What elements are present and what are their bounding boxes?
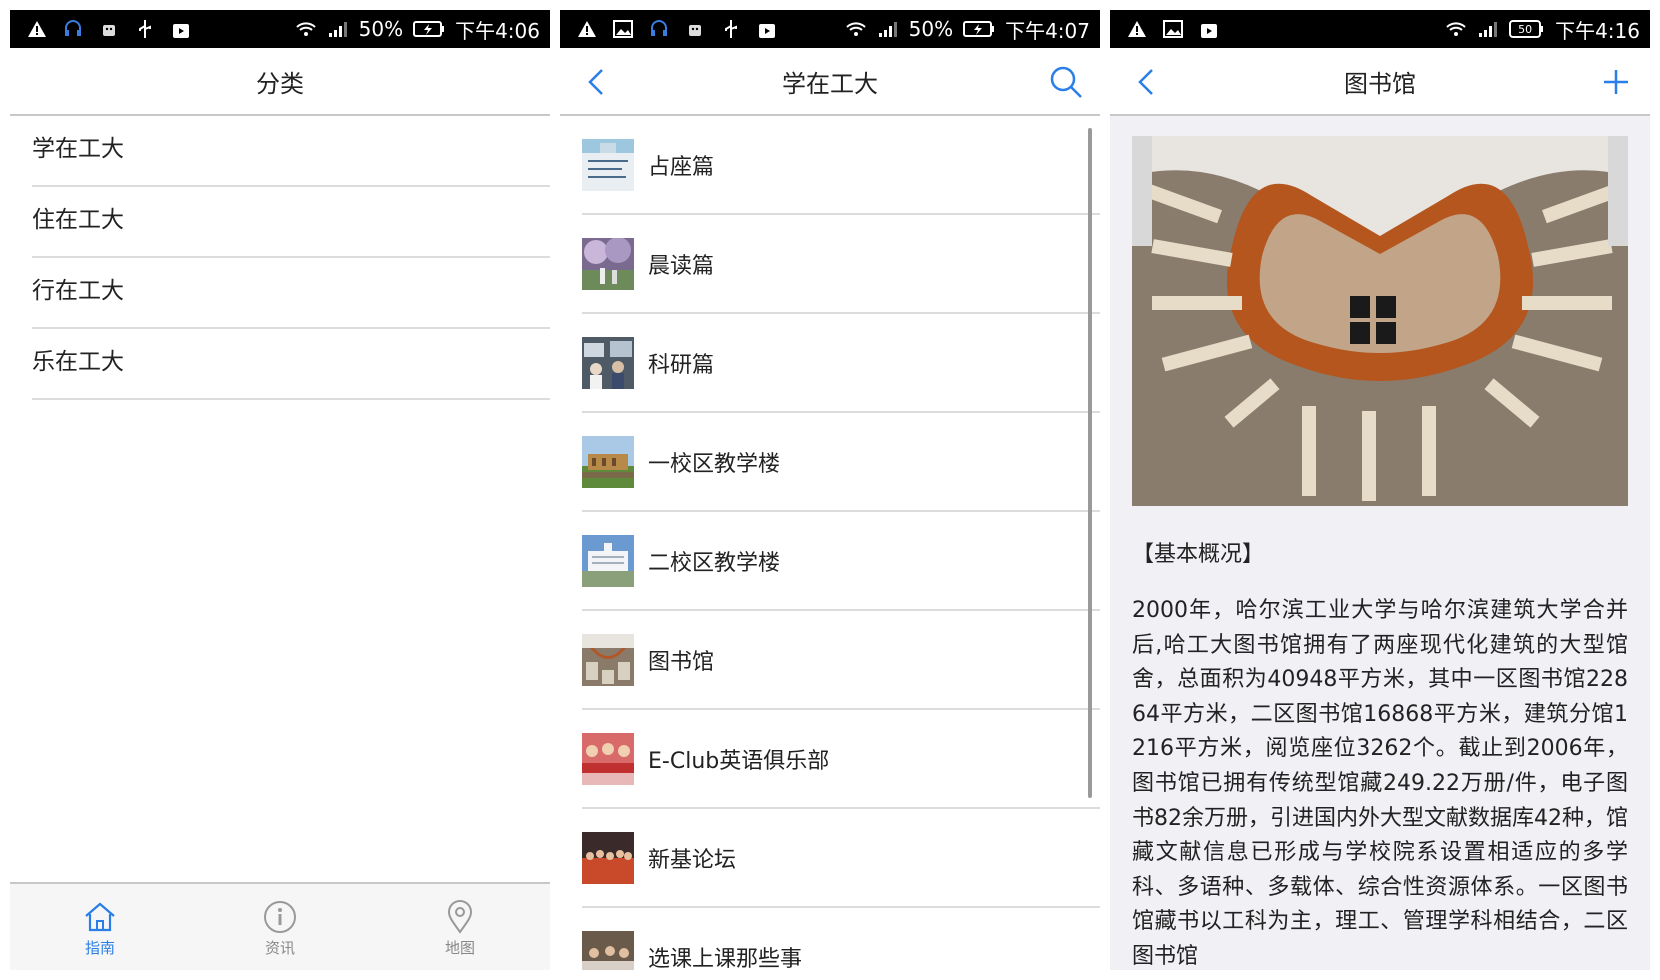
wifi-icon bbox=[295, 22, 316, 36]
battery-icon: 50 bbox=[1509, 18, 1545, 40]
clock: 下午4:16 bbox=[1555, 18, 1640, 43]
plus-icon[interactable] bbox=[1596, 62, 1636, 102]
store-bag-icon bbox=[759, 24, 775, 38]
headset-notification-icon bbox=[651, 20, 667, 36]
list-item[interactable]: E-Club英语俱乐部 bbox=[582, 710, 1100, 809]
clock: 下午4:07 bbox=[1005, 18, 1090, 43]
nav-bar: 分类 bbox=[10, 48, 550, 116]
library-detail-screen: 50 下午4:16 图书馆 【基本概况】 2000年，哈尔滨工业大学与哈尔滨建筑… bbox=[1110, 10, 1650, 970]
list-item-label: E-Club英语俱乐部 bbox=[648, 748, 830, 774]
android-debug-icon bbox=[689, 25, 701, 36]
category-item[interactable]: 住在工大 bbox=[32, 187, 550, 258]
list-item[interactable]: 图书馆 bbox=[582, 611, 1100, 710]
tab-label: 指南 bbox=[84, 938, 115, 957]
nav-bar: 图书馆 bbox=[1110, 48, 1650, 116]
category-item[interactable]: 行在工大 bbox=[32, 258, 550, 329]
tab-label: 资讯 bbox=[264, 938, 295, 957]
image-icon bbox=[613, 20, 633, 38]
list-item-label: 选课上课那些事 bbox=[648, 946, 803, 971]
article-list: 占座篇 晨读篇 科研篇 一校区教学楼 二校区教学楼 图书馆 E-Club英语俱乐… bbox=[560, 116, 1100, 970]
list-item-label: 科研篇 bbox=[648, 352, 715, 378]
list-item[interactable]: 晨读篇 bbox=[582, 215, 1100, 314]
usb-icon bbox=[139, 20, 151, 38]
android-debug-icon bbox=[103, 25, 115, 36]
info-icon bbox=[264, 900, 296, 933]
thumbnail-image bbox=[582, 633, 634, 686]
tab-label: 地图 bbox=[444, 938, 475, 957]
list-item[interactable]: 科研篇 bbox=[582, 314, 1100, 413]
list-item-label: 新基论坛 bbox=[648, 847, 737, 873]
status-bar: 50 下午4:16 bbox=[1110, 10, 1650, 48]
list-item[interactable]: 选课上课那些事 bbox=[582, 908, 1100, 970]
signal-icon bbox=[328, 22, 347, 37]
thumbnail-image bbox=[582, 534, 634, 587]
signal-icon bbox=[878, 22, 897, 37]
wifi-icon bbox=[1446, 22, 1466, 36]
tab-map[interactable]: 地图 bbox=[370, 884, 550, 970]
categories-screen: 50% 下午4:06 分类 学在工大 住在工大 行在工大 乐在工大 指南 资讯 … bbox=[10, 10, 550, 970]
battery-icon bbox=[963, 21, 995, 37]
category-list: 学在工大 住在工大 行在工大 乐在工大 bbox=[10, 116, 550, 400]
thumbnail-image bbox=[582, 732, 634, 785]
list-item[interactable]: 新基论坛 bbox=[582, 809, 1100, 908]
battery-percent: 50% bbox=[908, 17, 954, 41]
thumbnail-image bbox=[582, 831, 634, 884]
warning-icon bbox=[578, 21, 596, 37]
list-item-label: 图书馆 bbox=[648, 649, 715, 675]
battery-percent: 50% bbox=[358, 17, 404, 41]
thumbnail-image bbox=[582, 435, 634, 488]
bottom-tab-bar: 指南 资讯 地图 bbox=[10, 882, 550, 970]
warning-icon bbox=[1128, 21, 1146, 37]
list-item[interactable]: 占座篇 bbox=[582, 116, 1100, 215]
map-pin-icon bbox=[447, 899, 473, 934]
category-item[interactable]: 学在工大 bbox=[32, 116, 550, 187]
tab-guide[interactable]: 指南 bbox=[10, 884, 190, 970]
status-bar: 50% 下午4:07 bbox=[560, 10, 1100, 48]
home-icon bbox=[85, 902, 115, 931]
section-title: 【基本概况】 bbox=[1132, 542, 1265, 567]
category-item[interactable]: 乐在工大 bbox=[32, 329, 550, 400]
thumbnail-image bbox=[582, 138, 634, 191]
page-title: 学在工大 bbox=[782, 69, 878, 98]
list-item[interactable]: 二校区教学楼 bbox=[582, 512, 1100, 611]
warning-icon bbox=[28, 21, 46, 37]
study-list-screen: 50% 下午4:07 学在工大 占座篇 晨读篇 科研篇 一校区教学楼 二校区教学… bbox=[560, 10, 1100, 970]
battery-icon bbox=[413, 21, 445, 37]
image-icon bbox=[1163, 20, 1183, 38]
battery-level-text: 50 bbox=[1518, 22, 1533, 36]
thumbnail-image bbox=[582, 336, 634, 389]
library-photo bbox=[1132, 136, 1628, 506]
scrollbar[interactable] bbox=[1088, 128, 1092, 798]
thumbnail-image bbox=[582, 237, 634, 290]
list-item[interactable]: 一校区教学楼 bbox=[582, 413, 1100, 512]
status-bar: 50% 下午4:06 bbox=[10, 10, 550, 48]
back-arrow-icon[interactable] bbox=[1128, 62, 1168, 102]
store-bag-icon bbox=[173, 24, 189, 38]
back-arrow-icon[interactable] bbox=[578, 62, 618, 102]
article-body: 2000年，哈尔滨工业大学与哈尔滨建筑大学合并后,哈工大图书馆拥有了两座现代化建… bbox=[1132, 598, 1628, 969]
page-title: 分类 bbox=[256, 69, 304, 98]
list-item-label: 二校区教学楼 bbox=[648, 550, 781, 576]
tab-news[interactable]: 资讯 bbox=[190, 884, 370, 970]
page-title: 图书馆 bbox=[1344, 69, 1416, 98]
wifi-icon bbox=[845, 22, 866, 36]
search-icon[interactable] bbox=[1046, 62, 1086, 102]
list-item-label: 占座篇 bbox=[648, 154, 715, 180]
usb-icon bbox=[725, 20, 737, 38]
list-item-label: 一校区教学楼 bbox=[648, 451, 781, 477]
nav-bar: 学在工大 bbox=[560, 48, 1100, 116]
list-item-label: 晨读篇 bbox=[648, 253, 715, 279]
clock: 下午4:06 bbox=[455, 18, 540, 43]
headset-notification-icon bbox=[65, 20, 81, 36]
store-bag-icon bbox=[1201, 24, 1217, 38]
thumbnail-image bbox=[582, 930, 634, 970]
signal-icon bbox=[1479, 22, 1498, 37]
